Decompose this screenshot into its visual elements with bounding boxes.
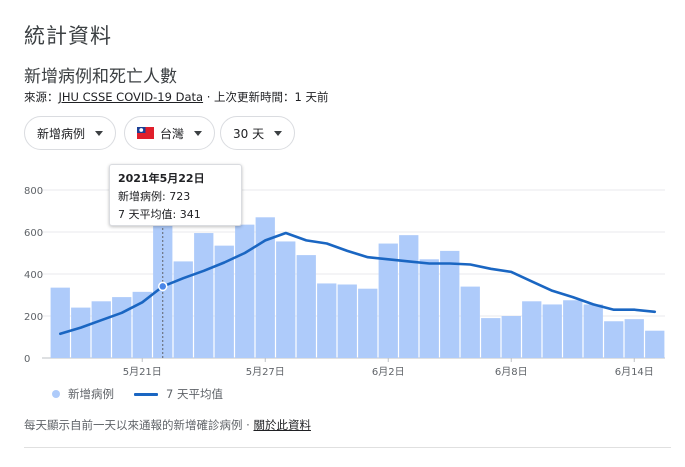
footer-text: 每天顯示自前一天以來通報的新增確診病例 · xyxy=(24,418,254,432)
chart-tooltip: 2021年5月22日 新增病例: 723 7 天平均值: 341 xyxy=(109,164,242,226)
range-dropdown-label: 30 天 xyxy=(233,126,265,141)
tooltip-cases: 新增病例: 723 xyxy=(118,190,191,203)
chart-legend: 新增病例 7 天平均值 xyxy=(52,386,223,402)
hover-point xyxy=(158,281,168,292)
about-data-link[interactable]: 關於此資料 xyxy=(253,418,311,432)
case-bar xyxy=(645,330,665,358)
case-bar xyxy=(296,255,316,358)
footer-note: 每天顯示自前一天以來通報的新增確診病例 · 關於此資料 xyxy=(24,417,311,433)
range-dropdown[interactable]: 30 天 xyxy=(220,116,296,150)
y-tick-label: 0 xyxy=(24,354,30,365)
x-tick-label: 5月27日 xyxy=(246,366,285,378)
case-bar xyxy=(235,224,255,358)
y-tick-label: 800 xyxy=(24,186,43,197)
chevron-down-icon xyxy=(95,130,104,136)
case-bar xyxy=(481,318,501,358)
x-tick-label: 6月2日 xyxy=(372,366,405,378)
case-bar xyxy=(419,259,439,358)
legend-line-swatch xyxy=(134,392,158,396)
source-link[interactable]: JHU CSSE COVID-19 Data xyxy=(59,90,204,104)
case-bar xyxy=(440,250,460,358)
case-bar xyxy=(563,300,583,358)
case-bar xyxy=(71,307,91,358)
x-tick-label: 6月8日 xyxy=(495,366,528,378)
taiwan-flag-icon xyxy=(137,127,154,139)
chevron-down-icon xyxy=(274,130,283,136)
case-bar xyxy=(460,286,480,358)
case-bar xyxy=(50,287,70,358)
source-line: 來源：JHU CSSE COVID-19 Data · 上次更新時間：1 天前 xyxy=(24,89,329,105)
tooltip-average: 7 天平均值: 341 xyxy=(118,208,201,221)
case-bar xyxy=(337,284,357,358)
case-bar xyxy=(624,319,644,358)
section-title: 新增病例和死亡人數 xyxy=(24,67,177,87)
tooltip-date: 2021年5月22日 xyxy=(118,172,205,185)
case-bar xyxy=(399,235,419,358)
case-bar xyxy=(522,301,542,358)
chevron-down-icon xyxy=(194,130,203,136)
x-tick-label: 5月21日 xyxy=(123,366,162,378)
source-prefix: 來源： xyxy=(24,90,59,104)
case-bar xyxy=(317,283,337,358)
y-tick-label: 200 xyxy=(24,312,43,323)
legend-bar-label: 新增病例 xyxy=(68,387,114,401)
case-bar xyxy=(91,301,111,358)
case-bar xyxy=(112,297,132,358)
case-bar xyxy=(501,316,521,358)
case-bar xyxy=(276,241,296,358)
region-dropdown[interactable]: 台灣 xyxy=(124,116,216,150)
case-bar xyxy=(194,233,214,358)
last-updated: · 上次更新時間：1 天前 xyxy=(203,90,329,104)
page-title: 統計資料 xyxy=(24,24,112,48)
divider xyxy=(24,447,671,448)
y-tick-label: 600 xyxy=(24,228,43,239)
region-dropdown-label: 台灣 xyxy=(160,126,185,141)
y-tick-label: 400 xyxy=(24,270,43,281)
cases-chart[interactable]: 0 200 400 600 800 5月21日 5月27日 6月2日 6月8日 6月14日 xyxy=(0,160,685,382)
case-bar xyxy=(542,304,562,358)
case-bar xyxy=(583,304,603,358)
case-bar xyxy=(604,321,624,358)
legend-bar-swatch xyxy=(52,390,60,398)
case-bar xyxy=(358,288,378,358)
x-tick-label: 6月14日 xyxy=(615,366,654,378)
legend-line-label: 7 天平均值 xyxy=(166,387,223,401)
metric-dropdown[interactable]: 新增病例 xyxy=(24,116,117,150)
metric-dropdown-label: 新增病例 xyxy=(37,126,86,141)
